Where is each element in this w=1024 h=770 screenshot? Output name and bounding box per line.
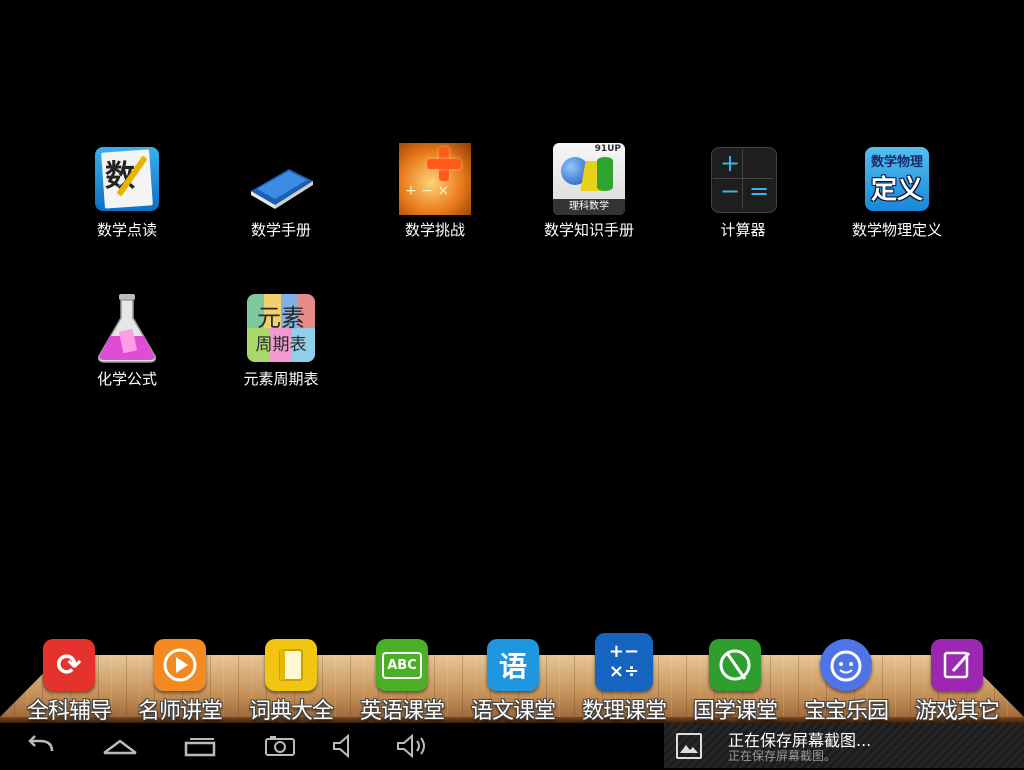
- play-icon: [154, 639, 206, 691]
- chinese-glyph: 语: [498, 650, 527, 683]
- definition-icon: 数学物理 定义: [861, 143, 933, 215]
- app-math-handbook[interactable]: 91UP 理科数学 数学知识手册: [514, 143, 664, 240]
- home-button[interactable]: [98, 731, 142, 761]
- handbook-caption: 理科数学: [553, 199, 625, 215]
- periodic-table-icon: 元素 周期表: [245, 292, 317, 364]
- app-periodic-table[interactable]: 元素 周期表 元素周期表: [206, 292, 356, 389]
- definition-text-top: 数学物理: [870, 155, 923, 170]
- app-math-manual[interactable]: 数学手册: [206, 143, 356, 240]
- dock-item-english-class[interactable]: ABC 英语课堂: [346, 639, 458, 725]
- app-label: 数学手册: [250, 221, 311, 239]
- baby-face-icon: [820, 639, 872, 691]
- dock-item-teacher-lectures[interactable]: 名师讲堂: [124, 639, 236, 725]
- app-label: 元素周期表: [243, 370, 319, 388]
- app-label: 化学公式: [96, 370, 157, 388]
- dock-label: 全科辅导: [26, 699, 112, 724]
- dock-label: 宝宝乐园: [803, 699, 889, 724]
- dock-item-classics-class[interactable]: 国学课堂: [679, 639, 791, 725]
- math-ops-glyph: +− ×÷: [608, 641, 640, 682]
- volume-down-button[interactable]: [322, 731, 366, 761]
- app-label: 数学知识手册: [543, 221, 634, 239]
- chinese-icon: 语: [487, 639, 539, 691]
- back-button[interactable]: [18, 731, 62, 761]
- recent-apps-button[interactable]: [178, 731, 222, 761]
- app-math-reader[interactable]: 数 数学点读: [52, 143, 202, 240]
- periodic-text-top: 元素: [257, 304, 305, 332]
- flask-icon: [91, 292, 163, 364]
- abc-icon: ABC: [376, 639, 428, 691]
- math-ops-icon: +− ×÷: [595, 633, 653, 691]
- screenshot-notification[interactable]: 正在保存屏幕截图... 正在保存屏幕截图。: [664, 723, 1024, 768]
- scroll-icon: [709, 639, 761, 691]
- app-chemistry-formulas[interactable]: 化学公式: [52, 292, 202, 389]
- app-label: 数学挑战: [404, 221, 465, 239]
- dock-label: 国学课堂: [692, 699, 778, 724]
- refresh-icon: ⟳: [43, 639, 95, 691]
- dock-item-all-subjects[interactable]: ⟳ 全科辅导: [13, 639, 125, 725]
- volume-up-button[interactable]: [390, 731, 434, 761]
- dock-label: 词典大全: [248, 699, 334, 724]
- notification-subtitle: 正在保存屏幕截图。: [728, 749, 837, 763]
- math-reader-icon: 数: [91, 143, 163, 215]
- app-label: 计算器: [720, 221, 766, 239]
- app-math-physics-definitions[interactable]: 数学物理 定义 数学物理定义: [822, 143, 972, 240]
- dock-label: 语文课堂: [470, 699, 556, 724]
- dock-label: 游戏其它: [914, 699, 1000, 724]
- image-icon: [676, 733, 702, 759]
- math-challenge-icon: + − ×: [399, 143, 471, 215]
- blue-book-icon: [245, 143, 317, 215]
- dock-item-dictionary[interactable]: 词典大全: [235, 639, 347, 725]
- app-math-challenge[interactable]: + − × 数学挑战: [360, 143, 510, 240]
- periodic-text-bottom: 周期表: [255, 335, 307, 355]
- app-label: 数学物理定义: [851, 221, 942, 239]
- definition-text-bottom: 定义: [870, 175, 923, 205]
- dock-item-games-other[interactable]: 游戏其它: [901, 639, 1013, 725]
- abc-glyph: ABC: [382, 651, 422, 679]
- app-calculator[interactable]: + − = 计算器: [668, 143, 818, 240]
- book-icon: [265, 639, 317, 691]
- edit-icon: [931, 639, 983, 691]
- dock-item-math-science-class[interactable]: +− ×÷ 数理课堂: [568, 633, 680, 725]
- dock-item-chinese-class[interactable]: 语 语文课堂: [457, 639, 569, 725]
- dock-item-baby-park[interactable]: 宝宝乐园: [790, 639, 902, 725]
- dock-label: 数理课堂: [581, 699, 667, 724]
- dock-label: 名师讲堂: [137, 699, 223, 724]
- screenshot-button[interactable]: [258, 731, 302, 761]
- app-label: 数学点读: [96, 221, 157, 239]
- dock-label: 英语课堂: [359, 699, 445, 724]
- handbook-badge: 91UP: [594, 144, 621, 154]
- calculator-icon: + − =: [707, 143, 779, 215]
- math-handbook-icon: 91UP 理科数学: [553, 143, 625, 215]
